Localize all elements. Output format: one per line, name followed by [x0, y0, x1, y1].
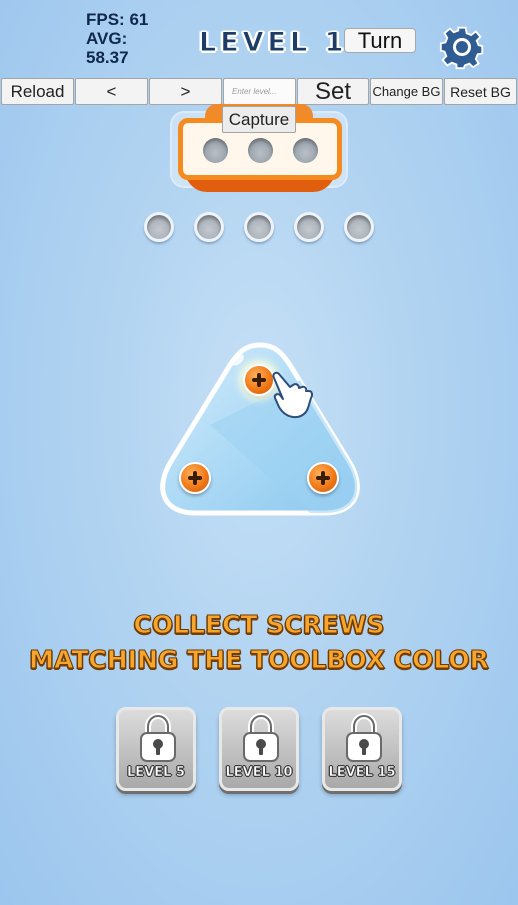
- reload-button[interactable]: Reload: [1, 78, 74, 105]
- turn-button[interactable]: Turn: [344, 28, 416, 53]
- orange-screw[interactable]: [179, 462, 211, 494]
- locked-level-15-button[interactable]: LEVEL 15: [322, 707, 402, 791]
- collection-slot: [144, 212, 174, 242]
- hand-pointer-icon: [272, 371, 314, 419]
- locked-level-label: LEVEL 10: [225, 765, 293, 781]
- orange-screw[interactable]: [307, 462, 339, 494]
- toolbox-hole: [293, 138, 318, 163]
- debug-toolbar: Reload < > Enter level... Set Change BG …: [1, 78, 518, 105]
- level-title: LEVEL 1: [198, 27, 348, 59]
- lock-icon: [346, 713, 382, 762]
- level-input[interactable]: Enter level...: [223, 78, 296, 105]
- collection-slot: [294, 212, 324, 242]
- lock-icon: [243, 713, 279, 762]
- collection-slot: [244, 212, 274, 242]
- change-bg-button[interactable]: Change BG: [370, 78, 443, 105]
- fps-stats: FPS: 61 AVG: 58.37: [86, 10, 176, 67]
- locked-level-label: LEVEL 5: [127, 765, 185, 781]
- prev-level-button[interactable]: <: [75, 78, 148, 105]
- locked-level-10-button[interactable]: LEVEL 10: [219, 707, 299, 791]
- avg-value: 58.37: [86, 48, 129, 67]
- capture-button[interactable]: Capture: [222, 106, 296, 133]
- locked-level-5-button[interactable]: LEVEL 5: [116, 707, 196, 791]
- lock-icon: [140, 713, 176, 762]
- instruction-line-2: MATCHING THE TOOLBOX COLOR: [29, 645, 490, 675]
- collection-slot: [194, 212, 224, 242]
- reset-bg-button[interactable]: Reset BG: [444, 78, 517, 105]
- collection-slot: [344, 212, 374, 242]
- instruction-line-1: COLLECT SCREWS: [133, 610, 385, 640]
- gear-icon[interactable]: [439, 24, 485, 70]
- locked-level-label: LEVEL 15: [328, 765, 396, 781]
- toolbox-hole: [248, 138, 273, 163]
- fps-readout: FPS: 61: [86, 10, 149, 29]
- avg-label: AVG:: [86, 29, 128, 48]
- set-button[interactable]: Set: [297, 78, 369, 105]
- toolbox-hole: [203, 138, 228, 163]
- next-level-button[interactable]: >: [149, 78, 222, 105]
